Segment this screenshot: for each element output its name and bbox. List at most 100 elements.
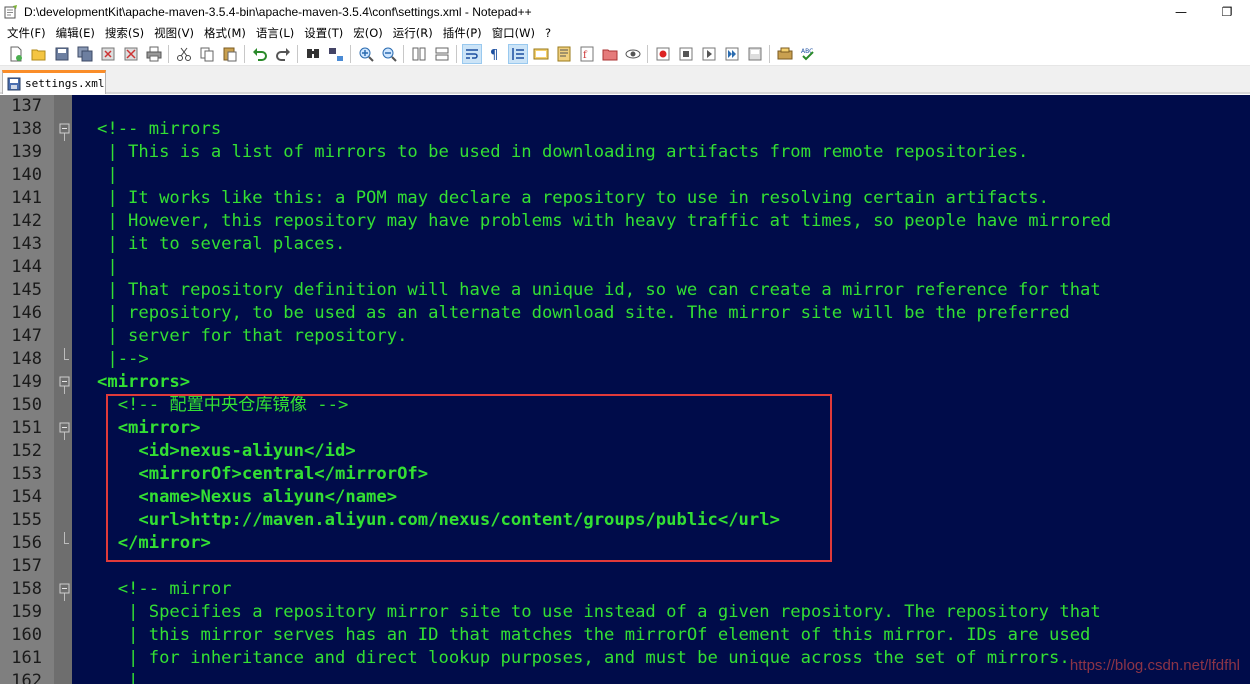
code-text[interactable]: | This is a list of mirrors to be used i… [97, 141, 1028, 164]
menu-language[interactable]: 语言(L) [251, 24, 299, 42]
minimize-button[interactable]: — [1158, 0, 1204, 24]
code-text[interactable]: | [97, 164, 117, 187]
fold-line-marker [59, 444, 70, 455]
code-text[interactable]: | repository, to be used as an alternate… [97, 302, 1069, 325]
menu-format[interactable]: 格式(M) [199, 24, 251, 42]
monitor-icon[interactable] [624, 45, 642, 63]
play-macro-icon[interactable] [700, 45, 718, 63]
code-line: 141 | It works like this: a POM may decl… [0, 187, 1250, 210]
code-text[interactable]: |--> [97, 348, 148, 371]
code-text[interactable]: | this mirror serves has an ID that matc… [97, 624, 1090, 647]
cut-icon[interactable] [175, 45, 193, 63]
menu-settings[interactable]: 设置(T) [299, 24, 348, 42]
menu-help[interactable]: ? [540, 24, 556, 42]
word-wrap-icon[interactable] [461, 43, 482, 64]
run-macro-multiple-icon[interactable] [723, 45, 741, 63]
code-text[interactable]: | for inheritance and direct lookup purp… [97, 647, 1070, 670]
toolbar-separator [769, 44, 770, 63]
code-text[interactable]: <name>Nexus aliyun</name> [97, 486, 397, 509]
menu-view[interactable]: 视图(V) [149, 24, 199, 42]
code-text[interactable]: | it to several places. [97, 233, 345, 256]
record-macro-icon[interactable] [654, 45, 672, 63]
fold-collapse-icon[interactable] [59, 122, 70, 141]
code-line: 153 <mirrorOf>central</mirrorOf> [0, 463, 1250, 486]
undo-icon[interactable] [251, 45, 269, 63]
line-number: 141 [11, 188, 42, 208]
find-icon[interactable] [304, 45, 322, 63]
code-line: 157 [0, 555, 1250, 578]
close-file-icon[interactable] [99, 45, 117, 63]
fold-line-marker [59, 99, 70, 110]
code-text[interactable]: <mirrors> [97, 371, 190, 394]
code-text[interactable]: | It works like this: a POM may declare … [97, 187, 1049, 210]
notepad-plus-plus-icon [4, 5, 18, 19]
code-text[interactable]: <!-- 配置中央仓库镜像 --> [97, 394, 349, 417]
menu-plugins[interactable]: 插件(P) [438, 24, 487, 42]
code-text[interactable]: <url>http://maven.aliyun.com/nexus/conte… [97, 509, 780, 532]
code-text[interactable]: <id>nexus-aliyun</id> [97, 440, 355, 463]
line-number: 154 [11, 487, 42, 507]
maximize-button[interactable]: ❐ [1204, 0, 1250, 24]
fold-line-marker [59, 490, 70, 501]
code-line: 146 | repository, to be used as an alter… [0, 302, 1250, 325]
line-number: 148 [11, 349, 42, 369]
title-bar: D:\developmentKit\apache-maven-3.5.4-bin… [0, 0, 1250, 24]
print-icon[interactable] [145, 45, 163, 63]
zoom-in-icon[interactable] [357, 45, 375, 63]
fold-collapse-icon[interactable] [59, 421, 70, 440]
fold-collapse-icon[interactable] [59, 582, 70, 601]
indent-guide-icon[interactable] [507, 43, 528, 64]
sync-vertical-icon[interactable] [410, 45, 428, 63]
open-file-icon[interactable] [30, 45, 48, 63]
new-file-icon[interactable] [7, 45, 25, 63]
code-text[interactable]: | However, this repository may have prob… [97, 210, 1111, 233]
code-text[interactable]: <mirror> [97, 417, 201, 440]
line-number: 156 [11, 533, 42, 553]
code-text[interactable]: | [97, 670, 138, 684]
code-text[interactable]: | That repository definition will have a… [97, 279, 1100, 302]
code-line: 137 [0, 95, 1250, 118]
fold-line-marker [59, 260, 70, 271]
code-line: 154 <name>Nexus aliyun</name> [0, 486, 1250, 509]
code-line: 150 <!-- 配置中央仓库镜像 --> [0, 394, 1250, 417]
menu-window[interactable]: 窗口(W) [487, 24, 540, 42]
code-text[interactable]: | server for that repository. [97, 325, 407, 348]
close-all-icon[interactable] [122, 45, 140, 63]
function-list-icon[interactable]: f [578, 45, 596, 63]
show-all-chars-icon[interactable]: ¶ [486, 45, 504, 63]
toolbar-separator [168, 44, 169, 63]
code-text[interactable]: </mirror> [97, 532, 211, 555]
fold-collapse-icon[interactable] [59, 375, 70, 394]
language-icon[interactable] [532, 45, 550, 63]
stop-macro-icon[interactable] [677, 45, 695, 63]
menu-macro[interactable]: 宏(O) [348, 24, 388, 42]
zoom-out-icon[interactable] [380, 45, 398, 63]
code-text[interactable]: | [97, 256, 117, 279]
save-all-icon[interactable] [76, 45, 94, 63]
code-text[interactable]: <mirrorOf>central</mirrorOf> [97, 463, 428, 486]
copy-icon[interactable] [198, 45, 216, 63]
toolbar: ¶ f ABC [0, 42, 1250, 66]
tab-settings-xml[interactable]: settings.xml [2, 70, 106, 94]
replace-icon[interactable] [327, 45, 345, 63]
paste-icon[interactable] [221, 45, 239, 63]
redo-icon[interactable] [274, 45, 292, 63]
menu-search[interactable]: 搜索(S) [100, 24, 149, 42]
code-text[interactable]: <!-- mirror [97, 578, 232, 601]
spell-check-icon[interactable]: ABC [799, 45, 817, 63]
menu-run[interactable]: 运行(R) [388, 24, 438, 42]
code-editor[interactable]: 137 138 <!-- mirrors 139 | This is a list o… [0, 95, 1250, 684]
folder-workspace-icon[interactable] [601, 45, 619, 63]
sync-horizontal-icon[interactable] [433, 45, 451, 63]
save-icon[interactable] [53, 45, 71, 63]
code-text[interactable]: | Specifies a repository mirror site to … [97, 601, 1101, 624]
saved-file-icon [7, 77, 21, 91]
menu-file[interactable]: 文件(F) [2, 24, 51, 42]
code-line: 140 | [0, 164, 1250, 187]
plugin-icon[interactable] [776, 45, 794, 63]
fold-line-marker [59, 329, 70, 340]
doc-map-icon[interactable] [555, 45, 573, 63]
save-macro-icon[interactable] [746, 45, 764, 63]
menu-edit[interactable]: 编辑(E) [51, 24, 100, 42]
code-text[interactable]: <!-- mirrors [97, 118, 221, 141]
